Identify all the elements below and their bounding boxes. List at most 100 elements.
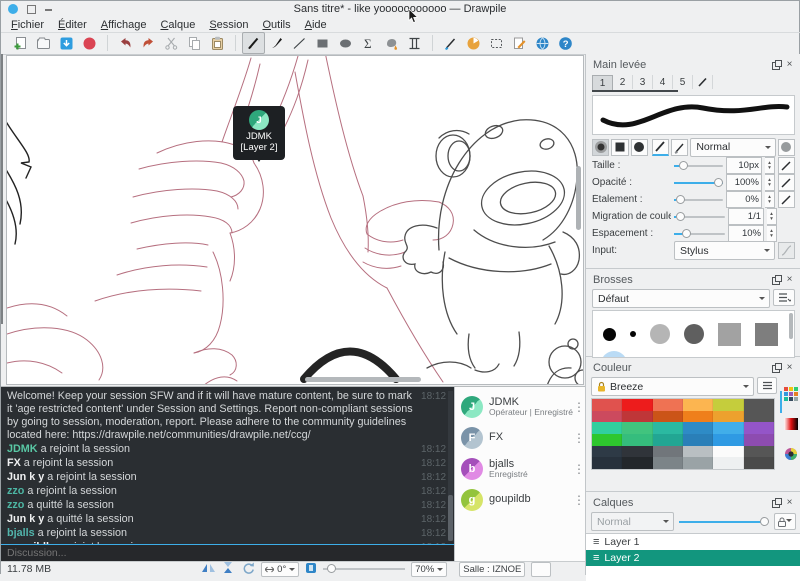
spinner-buttons[interactable]: ▴▾ <box>765 157 775 174</box>
user-menu-icon[interactable]: ⋮ <box>573 462 583 476</box>
palette-scrollbar[interactable] <box>780 391 782 413</box>
color-swatch[interactable] <box>683 411 713 423</box>
copy-icon[interactable] <box>183 32 206 54</box>
layer-blend-mode-combo[interactable]: Normal <box>591 512 674 531</box>
brush-preset-list[interactable] <box>592 310 795 358</box>
brush-shape-round-button[interactable] <box>631 139 648 156</box>
slider-value[interactable]: 0% <box>726 191 762 208</box>
user-list-item[interactable]: bbjallsEnregistré⋮ <box>455 453 585 484</box>
color-palette-grid[interactable] <box>591 398 775 470</box>
brush-item[interactable] <box>603 328 616 341</box>
color-swatch[interactable] <box>622 399 652 411</box>
color-swatch[interactable] <box>744 434 774 446</box>
layer-opacity-slider[interactable] <box>679 515 769 528</box>
float-dock-icon[interactable] <box>770 361 783 374</box>
slider-2[interactable] <box>674 193 723 206</box>
zoom-slider[interactable] <box>323 564 405 574</box>
color-swatch[interactable] <box>622 446 652 458</box>
color-swatch[interactable] <box>744 399 774 411</box>
status-extra-button[interactable] <box>531 562 551 577</box>
spinner-buttons[interactable]: ▴▾ <box>765 191 775 208</box>
selection-tool-icon[interactable] <box>485 32 508 54</box>
close-dock-icon[interactable]: × <box>783 361 796 374</box>
save-icon[interactable] <box>55 32 78 54</box>
record-session-icon[interactable] <box>78 32 101 54</box>
color-swatch[interactable] <box>592 422 622 434</box>
brush-preset-combo[interactable]: Défaut <box>592 289 770 308</box>
menu-calque[interactable]: Calque <box>160 19 195 31</box>
reset-rotation-icon[interactable] <box>241 561 255 577</box>
slider-value[interactable]: 10% <box>728 225 764 242</box>
spinner-buttons[interactable]: ▴▾ <box>765 174 775 191</box>
spinner-buttons[interactable]: ▴▾ <box>767 208 777 225</box>
menu-affichage[interactable]: Affichage <box>101 19 147 31</box>
brush-item[interactable] <box>684 324 704 344</box>
slider-value[interactable]: 1/1 <box>728 208 764 225</box>
chat-message-input[interactable] <box>1 546 454 560</box>
slider-value[interactable]: 10px <box>726 157 762 174</box>
spinner-buttons[interactable]: ▴▾ <box>767 225 777 242</box>
float-dock-icon[interactable] <box>770 273 783 286</box>
cut-icon[interactable] <box>160 32 183 54</box>
paste-icon[interactable] <box>206 32 229 54</box>
blend-indicator-button[interactable] <box>778 139 795 156</box>
rotation-control[interactable]: 0° <box>261 562 299 577</box>
color-swatch[interactable] <box>683 422 713 434</box>
browser-icon[interactable] <box>531 32 554 54</box>
pixel-grid-icon[interactable] <box>305 562 317 577</box>
slider-1[interactable] <box>674 176 723 189</box>
timer-tool-icon[interactable] <box>462 32 485 54</box>
color-swatch[interactable] <box>592 457 622 469</box>
undo-icon[interactable] <box>114 32 137 54</box>
brush-preset-tab-4[interactable]: 4 <box>653 75 673 89</box>
flip-vertical-icon[interactable] <box>222 561 235 577</box>
menu-editer[interactable]: Éditer <box>58 19 87 31</box>
draw-mode-button[interactable] <box>652 139 669 156</box>
brush-preset-pen-tab[interactable] <box>693 75 713 89</box>
pressure-curve-button[interactable] <box>778 157 795 174</box>
close-dock-icon[interactable]: × <box>783 496 796 509</box>
color-swatch[interactable] <box>683 399 713 411</box>
float-dock-icon[interactable] <box>770 496 783 509</box>
menu-session[interactable]: Session <box>209 19 248 31</box>
color-swatch[interactable] <box>653 399 683 411</box>
help-icon[interactable]: ? <box>554 32 577 54</box>
color-swatch[interactable] <box>592 411 622 423</box>
redo-icon[interactable] <box>137 32 160 54</box>
user-list-item[interactable]: JJDMKOpérateur | Enregistré⋮ <box>455 391 585 422</box>
color-swatch[interactable] <box>713 434 743 446</box>
zoom-level-control[interactable]: 70% <box>411 562 447 577</box>
layer-lock-button[interactable] <box>774 513 796 530</box>
brush-preset-tab-3[interactable]: 3 <box>633 75 653 89</box>
color-swatch[interactable] <box>744 411 774 423</box>
layer-menu-icon[interactable]: ≡ <box>593 536 599 548</box>
session-room-button[interactable]: Salle : IZNOE <box>459 562 525 577</box>
color-swatch[interactable] <box>713 411 743 423</box>
brush-tool-icon[interactable] <box>265 32 288 54</box>
slider-3[interactable] <box>674 210 725 223</box>
color-swatch[interactable] <box>653 457 683 469</box>
user-list-item[interactable]: FFX⋮ <box>455 422 585 453</box>
line-tool-icon[interactable] <box>288 32 311 54</box>
slider-value[interactable]: 100% <box>726 174 762 191</box>
pressure-curve-button[interactable] <box>778 174 795 191</box>
canvas-left-scrollbar[interactable] <box>1 54 3 324</box>
brushes-menu-button[interactable] <box>773 289 795 306</box>
color-swatch[interactable] <box>653 446 683 458</box>
layer-row[interactable]: ≡Layer 2 <box>586 550 800 566</box>
color-swatch[interactable] <box>592 446 622 458</box>
canvas[interactable]: J JDMK [Layer 2] <box>6 55 584 385</box>
close-dock-icon[interactable]: × <box>783 58 796 71</box>
color-swatch[interactable] <box>592 399 622 411</box>
color-swatch[interactable] <box>683 457 713 469</box>
brush-preset-tab-1[interactable]: 1 <box>592 75 613 90</box>
brush-shape-soft-button[interactable] <box>592 139 609 156</box>
pen-tool-icon[interactable] <box>242 32 265 54</box>
input-curve-button[interactable] <box>778 242 795 259</box>
slider-0[interactable] <box>674 159 723 172</box>
color-swatch[interactable] <box>683 434 713 446</box>
chat-log[interactable]: Welcome! Keep your session SFW and if it… <box>1 387 454 544</box>
color-swatch[interactable] <box>653 422 683 434</box>
annotation-tool-icon[interactable] <box>403 32 426 54</box>
fill-tool-icon[interactable] <box>380 32 403 54</box>
